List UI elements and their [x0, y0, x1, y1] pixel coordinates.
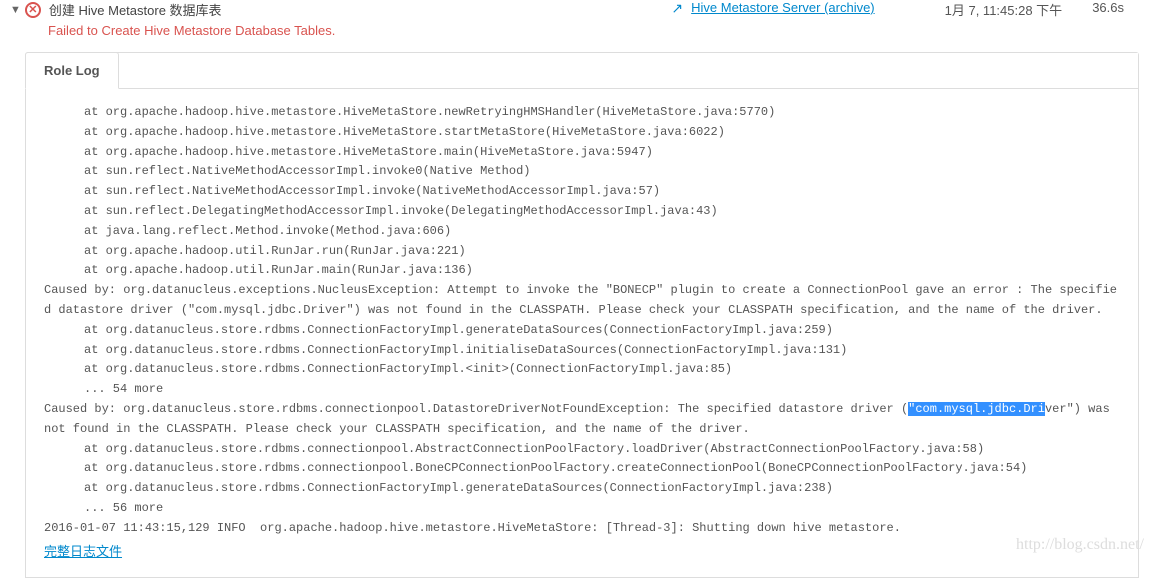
stack-line: ... 56 more	[44, 499, 1120, 519]
tab-bar: Role Log	[26, 53, 1138, 89]
stack-line: at org.datanucleus.store.rdbms.Connectio…	[44, 479, 1120, 499]
log-content: at org.apache.hadoop.hive.metastore.Hive…	[26, 89, 1138, 577]
stack-line: at org.datanucleus.store.rdbms.connectio…	[44, 440, 1120, 460]
job-title: 创建 Hive Metastore 数据库表	[49, 0, 222, 19]
stack-line: at org.datanucleus.store.rdbms.Connectio…	[44, 360, 1120, 380]
job-timestamp: 1月 7, 11:45:28 下午	[945, 0, 1063, 19]
stack-line: at org.apache.hadoop.util.RunJar.main(Ru…	[44, 261, 1120, 281]
stack-line: at sun.reflect.NativeMethodAccessorImpl.…	[44, 162, 1120, 182]
header-left: ▼ ✕ 创建 Hive Metastore 数据库表	[10, 0, 671, 19]
stack-line: at org.apache.hadoop.hive.metastore.Hive…	[44, 103, 1120, 123]
log-text: Caused by: org.datanucleus.store.rdbms.c…	[44, 402, 908, 416]
external-link-icon[interactable]: ↗	[671, 0, 683, 17]
caused-by-line: Caused by: org.datanucleus.store.rdbms.c…	[44, 400, 1120, 440]
stack-line: at org.apache.hadoop.hive.metastore.Hive…	[44, 123, 1120, 143]
error-icon: ✕	[25, 2, 41, 18]
stack-line: ... 54 more	[44, 380, 1120, 400]
server-link[interactable]: Hive Metastore Server (archive)	[691, 0, 875, 15]
full-log-link[interactable]: 完整日志文件	[44, 541, 122, 562]
job-duration: 36.6s	[1092, 0, 1124, 15]
stack-line: at org.datanucleus.store.rdbms.Connectio…	[44, 341, 1120, 361]
stack-line: at org.apache.hadoop.util.RunJar.run(Run…	[44, 242, 1120, 262]
collapse-icon[interactable]: ▼	[10, 4, 21, 16]
watermark: http://blog.csdn.net/	[1016, 536, 1144, 554]
stack-line: at org.datanucleus.store.rdbms.connectio…	[44, 459, 1120, 479]
log-panel: Role Log at org.apache.hadoop.hive.metas…	[25, 52, 1139, 578]
stack-line: at java.lang.reflect.Method.invoke(Metho…	[44, 222, 1120, 242]
tab-role-log[interactable]: Role Log	[25, 52, 119, 89]
caused-by-line: Caused by: org.datanucleus.exceptions.Nu…	[44, 281, 1120, 321]
stack-line: at sun.reflect.DelegatingMethodAccessorI…	[44, 202, 1120, 222]
stack-line: at org.datanucleus.store.rdbms.Connectio…	[44, 321, 1120, 341]
stack-line: at sun.reflect.NativeMethodAccessorImpl.…	[44, 182, 1120, 202]
stack-line: at org.apache.hadoop.hive.metastore.Hive…	[44, 143, 1120, 163]
info-line: 2016-01-07 11:43:15,129 INFO org.apache.…	[44, 519, 1120, 539]
highlighted-text: "com.mysql.jdbc.Dri	[908, 402, 1045, 416]
error-message: Failed to Create Hive Metastore Database…	[0, 23, 1164, 38]
